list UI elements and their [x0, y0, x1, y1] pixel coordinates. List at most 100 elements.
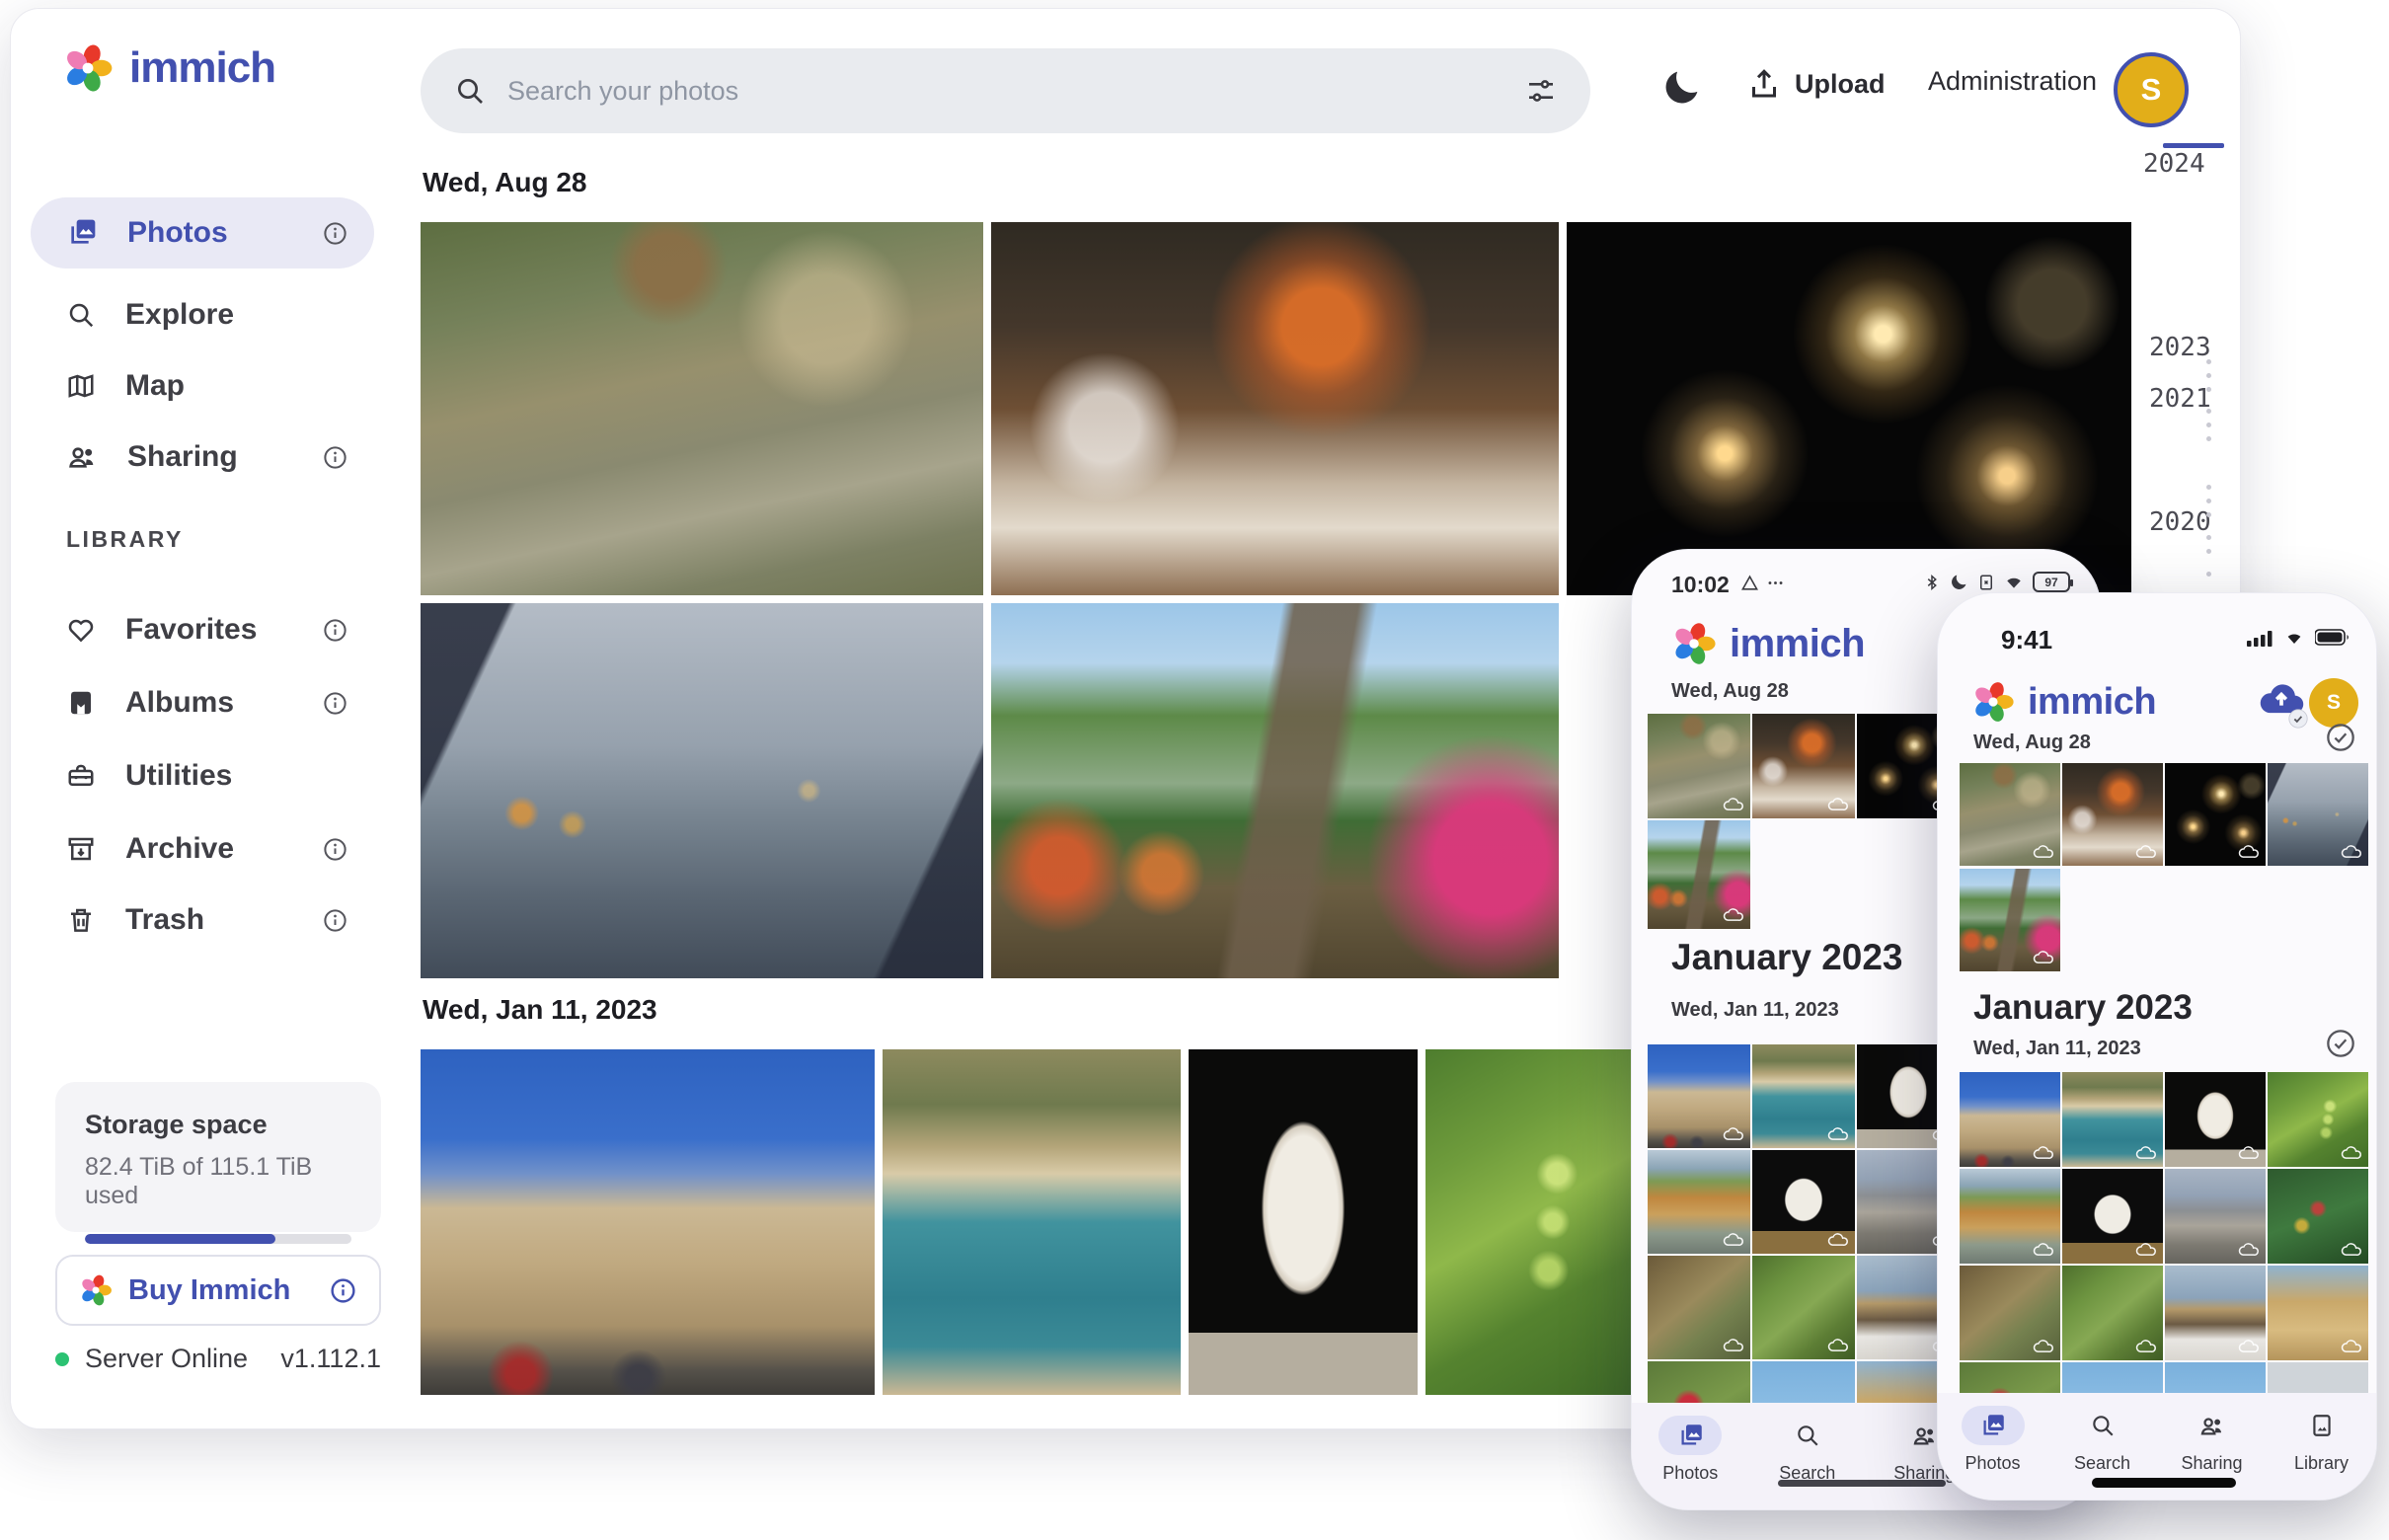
- info-icon[interactable]: [322, 836, 348, 863]
- cloud-backup-icon: [1722, 1125, 1744, 1142]
- photo-coastal-fort[interactable]: [2062, 1072, 2163, 1167]
- nav-item-library[interactable]: Library: [2267, 1393, 2376, 1501]
- photo-autumn-dinner-table[interactable]: [2062, 763, 2163, 866]
- cloud-backup-icon: [2237, 1338, 2260, 1354]
- user-avatar[interactable]: S: [2114, 52, 2189, 127]
- scrubber-year-2020[interactable]: 2020: [2149, 507, 2211, 537]
- backup-cloud-button[interactable]: [2256, 676, 2307, 728]
- photo-red-flowers[interactable]: [1648, 1361, 1750, 1403]
- photo-fortress-walls[interactable]: [1960, 1072, 2060, 1167]
- photo-lizard-moss[interactable]: [2062, 1266, 2163, 1360]
- select-all-check-icon[interactable]: [2325, 722, 2356, 753]
- filter-sliders-icon[interactable]: [1525, 75, 1557, 107]
- buy-immich-button[interactable]: Buy Immich: [55, 1255, 381, 1326]
- info-icon[interactable]: [322, 907, 348, 934]
- info-icon[interactable]: [322, 444, 348, 471]
- photo-zoo-monkeys[interactable]: [421, 222, 983, 595]
- photo-garden-path[interactable]: [991, 603, 1559, 978]
- photo-holding-hands[interactable]: [2268, 763, 2368, 866]
- theme-toggle-button[interactable]: [1661, 66, 1703, 108]
- status-left-icons: [1740, 574, 1785, 592]
- photo-beach-sand[interactable]: [2268, 1266, 2368, 1360]
- cloud-backup-icon: [1826, 796, 1849, 812]
- photo-zoo-monkeys[interactable]: [1648, 714, 1750, 818]
- user-avatar[interactable]: S: [2309, 678, 2358, 728]
- scrubber-year-2021[interactable]: 2021: [2149, 384, 2211, 414]
- notification-icon: [1740, 574, 1759, 592]
- home-indicator[interactable]: [2092, 1478, 2236, 1488]
- photo-autumn-dinner-table[interactable]: [991, 222, 1559, 595]
- info-icon[interactable]: [322, 220, 348, 247]
- photo-sea-grapes[interactable]: [1426, 1049, 1638, 1395]
- nav-item-photos[interactable]: Photos: [1938, 1393, 2047, 1501]
- upload-button[interactable]: Upload: [1746, 66, 1886, 102]
- photo-beach-cliff[interactable]: [1960, 1169, 2060, 1264]
- photo-white-sculpture[interactable]: [1752, 1150, 1855, 1254]
- photos-icon: [1979, 1413, 2006, 1439]
- sidebar-item-photos[interactable]: Photos: [31, 197, 374, 269]
- scrubber-year-2023[interactable]: 2023: [2149, 333, 2211, 362]
- nav-item-search[interactable]: Search: [1749, 1403, 1867, 1510]
- select-all-check-icon[interactable]: [2325, 1028, 2356, 1059]
- cloud-backup-icon: [2340, 843, 2362, 860]
- photo-blue-sky[interactable]: [2165, 1362, 2266, 1393]
- photo-fireworks[interactable]: [1567, 222, 2131, 595]
- server-online-dot: [55, 1352, 69, 1366]
- administration-label: Administration: [1928, 66, 2097, 97]
- stage: immich Upload Administration: [0, 0, 2389, 1540]
- photo-red-flowers[interactable]: [1960, 1362, 2060, 1393]
- mobile-phone-ios: 9:41: [1937, 592, 2377, 1501]
- sidebar-label-albums: Albums: [125, 686, 234, 720]
- photo-white-sculpture[interactable]: [2062, 1169, 2163, 1264]
- photo-zoo-monkeys[interactable]: [1960, 763, 2060, 866]
- photo-marble-bust[interactable]: [2165, 1072, 2266, 1167]
- photo-gray[interactable]: [2268, 1362, 2368, 1393]
- cloud-backup-icon: [2032, 949, 2054, 965]
- photo-autumn-dinner-table[interactable]: [1752, 714, 1855, 818]
- sidebar-item-archive[interactable]: Archive: [31, 817, 374, 881]
- photo-marble-bust[interactable]: [1189, 1049, 1418, 1395]
- sharing-people-icon: [66, 441, 98, 473]
- info-icon[interactable]: [322, 690, 348, 717]
- sidebar-item-utilities[interactable]: Utilities: [31, 744, 374, 808]
- photo-fireworks[interactable]: [2165, 763, 2266, 866]
- nav-item-photos[interactable]: Photos: [1632, 1403, 1749, 1510]
- photo-decorated-tree[interactable]: [2268, 1169, 2368, 1264]
- photo-coastal-fort[interactable]: [1752, 1044, 1855, 1148]
- photo-coastal-fort[interactable]: [883, 1049, 1181, 1395]
- scrubber-tick: [2206, 373, 2211, 378]
- administration-link[interactable]: Administration: [1928, 66, 2097, 97]
- photo-beach-cliff[interactable]: [1648, 1150, 1750, 1254]
- photo-fortress-walls[interactable]: [421, 1049, 875, 1395]
- photo-lizard-closeup[interactable]: [1648, 1256, 1750, 1359]
- sidebar-item-map[interactable]: Map: [31, 354, 374, 418]
- photo-fortress-walls[interactable]: [1648, 1044, 1750, 1148]
- sidebar-item-explore[interactable]: Explore: [31, 283, 374, 346]
- photo-holding-hands[interactable]: [421, 603, 983, 978]
- avatar-initial: S: [2327, 691, 2341, 715]
- photo-grid: [1648, 714, 1960, 818]
- explore-search-icon: [66, 300, 96, 330]
- scrubber-position-indicator[interactable]: [2163, 143, 2224, 148]
- photo-blue-sky[interactable]: [2062, 1362, 2163, 1393]
- app-logo[interactable]: immich: [62, 42, 275, 94]
- sidebar-item-albums[interactable]: Albums: [31, 671, 374, 734]
- photo-lizard-moss[interactable]: [1752, 1256, 1855, 1359]
- storage-progress-track: [85, 1234, 351, 1244]
- immich-flower-icon: [1971, 680, 2015, 724]
- scrubber-year-2024[interactable]: 2024: [2143, 149, 2205, 179]
- home-indicator[interactable]: [1778, 1480, 1946, 1487]
- photo-winter-church[interactable]: [2165, 1266, 2266, 1360]
- sidebar-item-favorites[interactable]: Favorites: [31, 598, 374, 661]
- search-bar[interactable]: [421, 48, 1590, 133]
- search-input[interactable]: [507, 76, 1503, 107]
- photo-sea-grapes[interactable]: [2268, 1072, 2368, 1167]
- photo-lizard-closeup[interactable]: [1960, 1266, 2060, 1360]
- photo-garden-path[interactable]: [1960, 869, 2060, 971]
- photo-stone-ruins[interactable]: [2165, 1169, 2266, 1264]
- photo-blue-sky[interactable]: [1752, 1361, 1855, 1403]
- info-icon[interactable]: [322, 617, 348, 644]
- sidebar-item-trash[interactable]: Trash: [31, 888, 374, 952]
- sidebar-item-sharing[interactable]: Sharing: [31, 425, 374, 489]
- photo-garden-path[interactable]: [1648, 820, 1750, 929]
